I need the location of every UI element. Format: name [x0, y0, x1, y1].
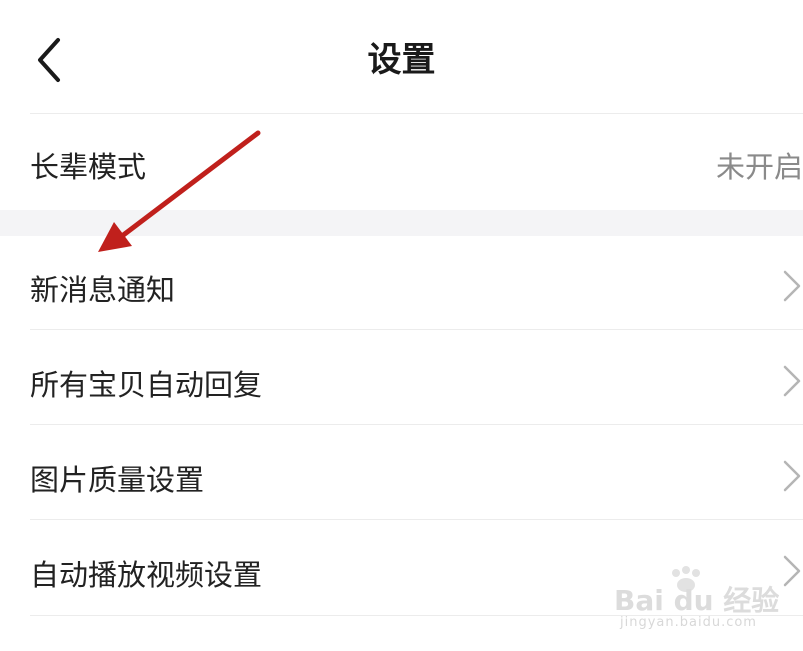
- menu-item-label: 所有宝贝自动回复: [30, 368, 263, 402]
- menu-item-image-quality[interactable]: 图片质量设置: [0, 425, 803, 520]
- chevron-right-icon: [783, 460, 801, 492]
- watermark-url: jingyan.baidu.com: [620, 615, 757, 630]
- elder-mode-row[interactable]: 长辈模式 未开启: [0, 114, 803, 210]
- chevron-right-icon: [783, 365, 801, 397]
- page-title: 设置: [367, 40, 436, 80]
- chevron-right-icon: [783, 270, 801, 302]
- watermark-logo: Bai du 经验: [614, 584, 780, 617]
- menu-item-new-message-notification[interactable]: 新消息通知: [0, 236, 803, 330]
- baidu-jingyan-watermark: Bai du 经验 jingyan.baidu.com: [614, 565, 794, 637]
- menu-item-label: 自动播放视频设置: [30, 558, 263, 592]
- elder-mode-status: 未开启: [715, 150, 803, 184]
- top-nav-bar: 设置: [0, 0, 803, 113]
- elder-mode-label: 长辈模式: [30, 150, 147, 184]
- section-gap: [0, 210, 803, 236]
- menu-item-auto-reply[interactable]: 所有宝贝自动回复: [0, 330, 803, 425]
- menu-item-label: 新消息通知: [30, 273, 176, 307]
- menu-item-label: 图片质量设置: [30, 463, 205, 497]
